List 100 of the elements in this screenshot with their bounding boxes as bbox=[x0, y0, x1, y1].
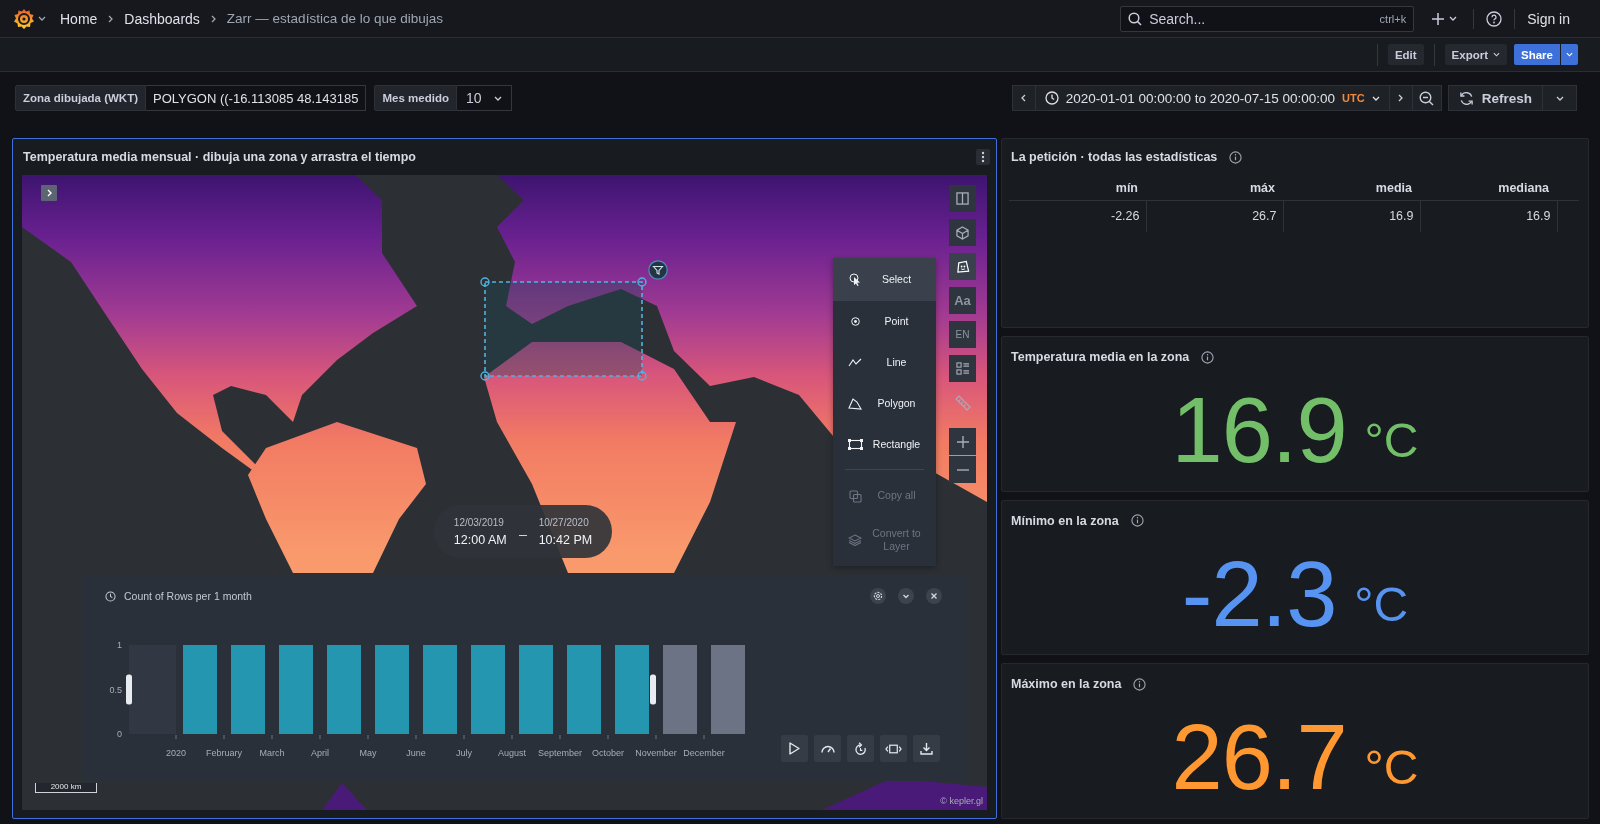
table-cell: 16.9 bbox=[1420, 200, 1557, 232]
stat-unit: °C bbox=[1364, 416, 1419, 465]
info-icon[interactable] bbox=[1201, 350, 1215, 364]
table-cell: 16.9 bbox=[1283, 200, 1420, 232]
selection-rectangle[interactable] bbox=[480, 277, 647, 381]
axis-label: 1 bbox=[117, 640, 122, 650]
speed-button[interactable] bbox=[814, 735, 841, 762]
chevron-down-icon bbox=[1555, 95, 1564, 101]
language-button[interactable]: EN bbox=[949, 321, 976, 348]
help-icon[interactable] bbox=[1486, 10, 1503, 27]
side-panel-toggle[interactable] bbox=[41, 185, 57, 201]
breadcrumb-link[interactable]: Home bbox=[60, 10, 98, 27]
panel-title: Temperatura media en la zona bbox=[1011, 350, 1190, 364]
rotate-icon bbox=[854, 741, 867, 756]
column-header[interactable]: mín bbox=[1009, 177, 1146, 201]
previous-range-button[interactable] bbox=[1011, 85, 1036, 111]
breadcrumb-link[interactable]: Dashboards bbox=[124, 10, 200, 27]
info-icon[interactable] bbox=[1229, 150, 1243, 164]
axis-label: 0.5 bbox=[109, 684, 122, 695]
draw-tool-item[interactable]: Line bbox=[833, 342, 936, 383]
point-icon bbox=[850, 317, 860, 326]
plus-icon bbox=[1432, 12, 1445, 25]
cursor-icon bbox=[849, 273, 861, 286]
draw-tool-item[interactable]: Rectangle bbox=[833, 424, 936, 465]
chevron-right-icon bbox=[108, 14, 114, 23]
export-video-button[interactable] bbox=[913, 735, 940, 762]
month-select[interactable]: 10 bbox=[456, 85, 512, 111]
draw-button[interactable] bbox=[949, 253, 976, 280]
chevron-right-icon bbox=[1398, 94, 1404, 102]
axis-label: September bbox=[538, 748, 582, 758]
refresh-button[interactable]: Refresh bbox=[1447, 85, 1543, 111]
breadcrumb-link[interactable]: Zarr — estadística de lo que dibujas bbox=[226, 11, 443, 26]
sign-in-link[interactable]: Sign in bbox=[1527, 10, 1570, 27]
scale-bar: 2000 km bbox=[35, 783, 97, 793]
font-button[interactable]: Aa bbox=[949, 287, 976, 314]
time-range-button[interactable]: 2020-01-01 00:00:00 to 2020-07-15 00:00:00 UTC bbox=[1034, 85, 1390, 111]
zoom-out-range-button[interactable] bbox=[1411, 85, 1442, 111]
axis-label: 2020 bbox=[166, 748, 186, 758]
expand-width-icon bbox=[885, 743, 902, 754]
end-date: 10/27/2020 bbox=[538, 516, 590, 528]
column-header[interactable]: media bbox=[1283, 177, 1420, 201]
zoom-out-button[interactable] bbox=[949, 456, 976, 483]
cube-icon bbox=[956, 225, 969, 240]
legend-button[interactable] bbox=[949, 355, 976, 382]
chevron-down-icon bbox=[1371, 95, 1380, 101]
range-handle[interactable] bbox=[650, 674, 656, 705]
split-panel-icon bbox=[956, 192, 969, 205]
split-map-button[interactable] bbox=[949, 185, 976, 212]
menu-icon[interactable] bbox=[976, 149, 990, 165]
axis-label: June bbox=[406, 748, 426, 758]
draw-tool-item[interactable]: Point bbox=[833, 301, 936, 342]
chevron-left-icon bbox=[1021, 94, 1027, 102]
attribution-text: © kepler.gl bbox=[940, 796, 983, 806]
axis-label: July bbox=[456, 748, 472, 758]
chevron-down-icon[interactable] bbox=[38, 16, 46, 21]
filter-icon[interactable] bbox=[648, 260, 668, 280]
axis-label: 0 bbox=[117, 729, 122, 739]
panel-title: La petición · todas las estadísticas bbox=[1011, 150, 1218, 164]
loop-button[interactable] bbox=[847, 735, 874, 762]
table-cell: 26.7 bbox=[1146, 200, 1283, 232]
column-header[interactable]: mediana bbox=[1420, 177, 1557, 201]
info-icon[interactable] bbox=[1133, 677, 1147, 691]
start-date: 12/03/2019 bbox=[453, 516, 505, 528]
play-button[interactable] bbox=[781, 735, 808, 762]
gauge-icon bbox=[820, 744, 835, 753]
copy-icon bbox=[848, 489, 862, 503]
axis-label: November bbox=[635, 748, 677, 758]
logo-icon[interactable] bbox=[13, 7, 35, 30]
start-time: 12:00 AM bbox=[453, 532, 507, 547]
panel-title: Mínimo en la zona bbox=[1011, 513, 1119, 528]
zoom-out-icon bbox=[1419, 90, 1435, 106]
column-header[interactable]: máx bbox=[1146, 177, 1283, 201]
stat-value: 16.9 bbox=[1171, 383, 1347, 476]
wkt-input-field[interactable]: POLYGON ((-16.113085 48.143185 bbox=[146, 85, 367, 111]
table-cell: -2.26 bbox=[1009, 200, 1146, 232]
zoom-in-button[interactable] bbox=[949, 428, 976, 455]
share-button[interactable]: Share bbox=[1514, 44, 1560, 65]
draw-tool-item[interactable]: Polygon bbox=[833, 383, 936, 424]
close-icon[interactable] bbox=[926, 588, 942, 604]
window-width-button[interactable] bbox=[880, 735, 907, 762]
settings-icon[interactable] bbox=[870, 588, 886, 604]
timezone-label: UTC bbox=[1342, 92, 1365, 104]
chevron-down-icon[interactable] bbox=[898, 588, 914, 604]
chevron-down-icon bbox=[1449, 16, 1458, 21]
3d-view-button[interactable] bbox=[949, 219, 976, 246]
stat-value: -2.3 bbox=[1181, 547, 1337, 640]
polygon-draw-icon bbox=[955, 259, 970, 274]
chevron-right-icon bbox=[210, 14, 216, 23]
info-icon[interactable] bbox=[1130, 514, 1144, 528]
polygon-icon bbox=[848, 397, 862, 410]
draw-tool-item[interactable]: Select bbox=[833, 258, 936, 301]
variable-label: Zona dibujada (WKT) bbox=[15, 85, 146, 111]
axis-label: March bbox=[259, 748, 285, 758]
axis-label: February bbox=[206, 748, 242, 758]
chevron-down-icon bbox=[493, 95, 502, 101]
range-handle[interactable] bbox=[126, 674, 132, 705]
export-button[interactable]: Export bbox=[1444, 44, 1508, 65]
edit-button[interactable]: Edit bbox=[1387, 44, 1424, 65]
refresh-icon bbox=[1458, 90, 1474, 106]
end-time: 10:42 PM bbox=[538, 532, 593, 547]
